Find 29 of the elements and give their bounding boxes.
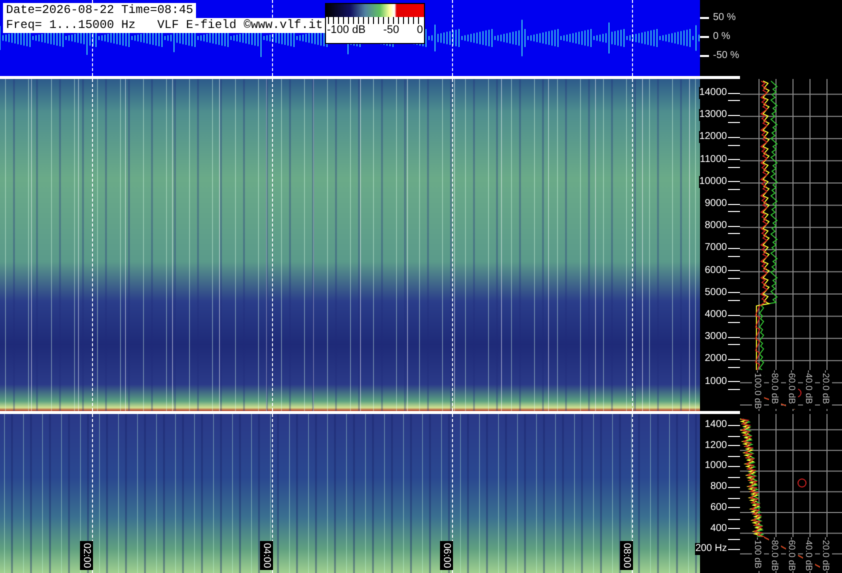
db-label: -100.0 dB [752, 370, 764, 409]
db-label: -60.0 dB [786, 536, 798, 571]
db-label: -80.0 dB [769, 370, 781, 409]
db-label: -60.0 dB [786, 370, 798, 409]
amplitude-label: -50 % [713, 50, 740, 61]
marker-circle [798, 478, 806, 488]
db-label: -20.0 dB [820, 370, 832, 409]
colorbar-label: 0 [416, 24, 423, 37]
amplitude-label: 0 % [713, 31, 730, 42]
frequency-label: 12000 [699, 131, 727, 144]
header-text: Date=2026-08-22 Time=08:45 [3, 3, 196, 18]
frequency-label: 10000 [699, 176, 727, 188]
db-label: -40.0 dB [803, 536, 815, 571]
db-label: -20.0 dB [820, 536, 832, 571]
db-label: -40.0 dB [803, 370, 815, 409]
time-label: 04:00 [260, 540, 273, 570]
time-label: 02:00 [80, 540, 93, 570]
db-label: -100 dB [752, 536, 764, 571]
frequency-label: 400 [710, 522, 727, 534]
frequency-label: 14000 [699, 87, 727, 99]
colorbar-label: -100 dB [327, 24, 366, 37]
time-label: 06:00 [440, 540, 453, 570]
time-label: 08:00 [620, 540, 633, 570]
frequency-label: 13000 [699, 109, 727, 122]
colorbar-label: -50 [383, 24, 400, 37]
amplitude-label: 50 % [713, 12, 736, 23]
header-text: Freq= 1...15000 Hz VLF E-field ©www.vlf.it [3, 18, 326, 33]
db-label: -80.0 dB [769, 536, 781, 571]
frequency-label: 200 Hz [695, 543, 727, 556]
